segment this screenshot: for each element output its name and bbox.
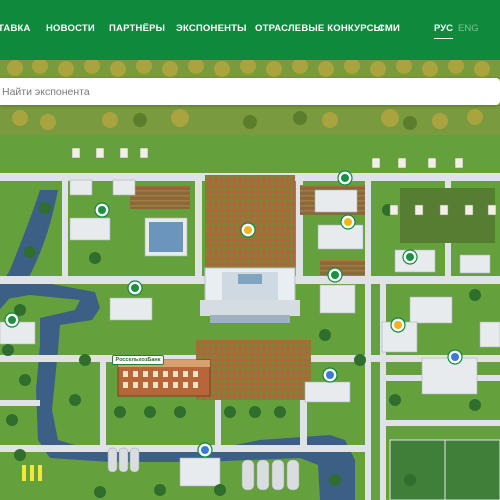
main-pavilion	[200, 267, 300, 323]
solar-roof	[149, 222, 183, 252]
nav-item-exhibitors[interactable]: ЭКСПОНЕНТЫ	[176, 23, 247, 34]
small-field	[320, 260, 365, 275]
map-illustration	[0, 60, 500, 500]
nav-item-exhibition[interactable]: ТАВКА	[0, 23, 31, 34]
brick-building	[117, 359, 211, 397]
vineyard-field	[196, 340, 311, 400]
top-navigation-bar: ТАВКА НОВОСТИ ПАРТНЁРЫ ЭКСПОНЕНТЫ ОТРАСЛ…	[0, 0, 500, 60]
nav-item-partners[interactable]: ПАРТНЁРЫ	[109, 23, 165, 34]
language-en[interactable]: ENG	[458, 23, 479, 34]
exhibitor-search-input[interactable]	[0, 78, 480, 105]
bank-sign: РоссельхозБанк	[112, 355, 164, 365]
exhibition-map[interactable]: РоссельхозБанк	[0, 60, 500, 500]
plowed-field	[130, 185, 190, 209]
yellow-flags	[22, 465, 42, 481]
language-ru[interactable]: РУС	[434, 23, 453, 39]
main-nav: ТАВКА НОВОСТИ ПАРТНЁРЫ ЭКСПОНЕНТЫ ОТРАСЛ…	[0, 0, 500, 60]
nav-item-media[interactable]: СМИ	[378, 23, 400, 34]
exhibitor-search-bar	[0, 78, 500, 105]
orchard-field	[205, 175, 295, 270]
nav-item-news[interactable]: НОВОСТИ	[46, 23, 95, 34]
orchard-right	[400, 188, 495, 243]
nav-item-industry-contests[interactable]: ОТРАСЛЕВЫЕ КОНКУРСЫ	[255, 23, 383, 34]
